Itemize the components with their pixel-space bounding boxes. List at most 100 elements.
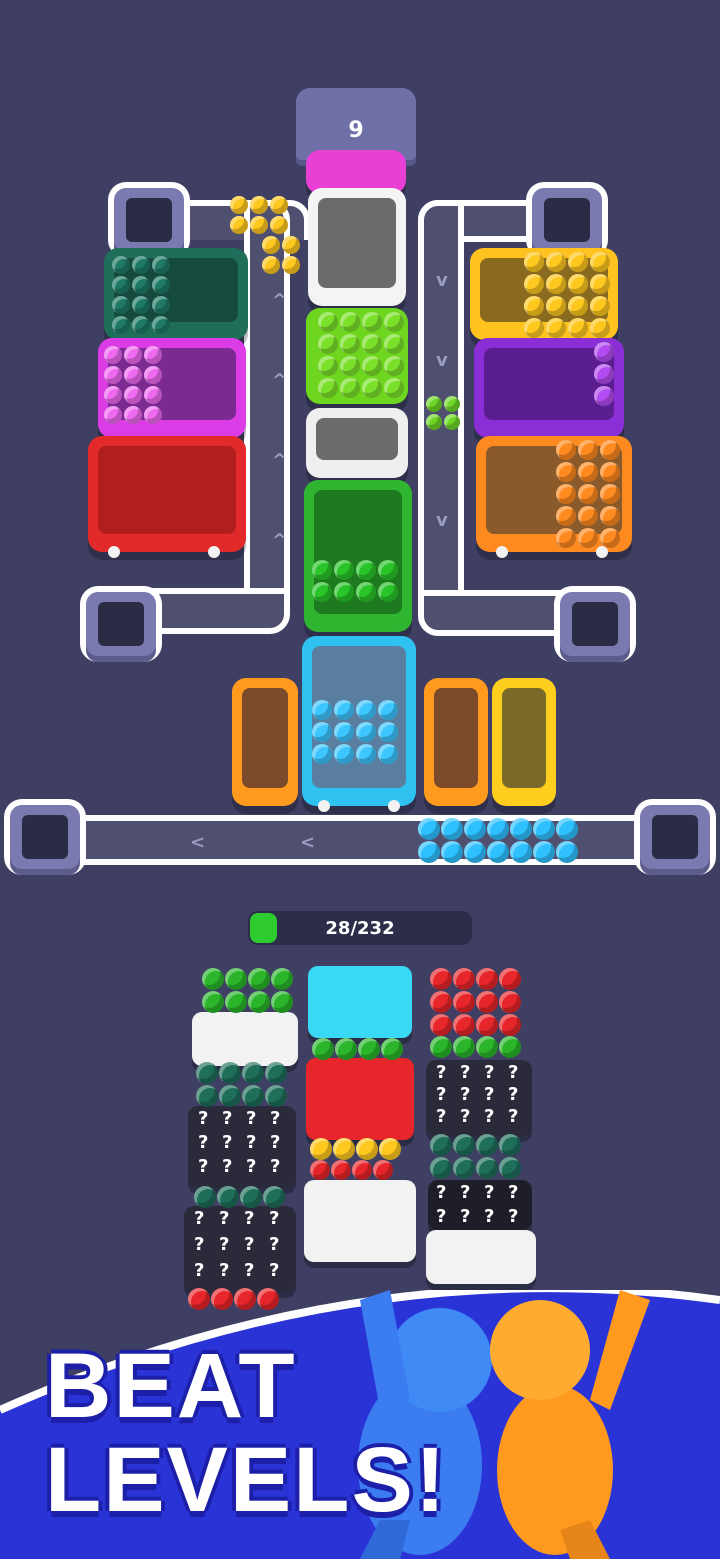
ball [132, 256, 150, 274]
banner-line-1: BEAT [45, 1335, 297, 1437]
ball [270, 216, 288, 234]
truck-yellow[interactable] [492, 678, 556, 806]
ball [578, 528, 598, 548]
question-mark-icon: ? [460, 1062, 471, 1083]
ball [194, 1186, 216, 1208]
ball [556, 841, 578, 863]
ball [444, 414, 460, 430]
ball [152, 316, 170, 334]
arrow-icon: ^ [272, 370, 288, 391]
arrow-icon: ^ [272, 450, 288, 471]
ball [379, 1138, 401, 1160]
ball [578, 462, 598, 482]
question-mark-icon: ? [194, 1260, 205, 1281]
ball [219, 1085, 241, 1107]
question-mark-icon: ? [244, 1234, 255, 1255]
truck-orange-right[interactable] [424, 678, 488, 806]
ball [600, 528, 620, 548]
ball [546, 252, 566, 272]
ball [340, 334, 360, 354]
question-mark-icon: ? [436, 1062, 447, 1083]
truck-cyan[interactable] [302, 636, 416, 812]
ball [196, 1085, 218, 1107]
question-mark-icon: ? [194, 1234, 205, 1255]
ball [152, 296, 170, 314]
level-progress-bar: 28/232 [248, 911, 472, 945]
ball [362, 356, 382, 376]
tray-cyan[interactable] [308, 966, 412, 1038]
ball [476, 1014, 498, 1036]
arrow-icon: ^ [272, 530, 288, 551]
ball [533, 841, 555, 863]
ball [556, 440, 576, 460]
ball [310, 1160, 330, 1180]
truck-white-top[interactable] [308, 188, 406, 306]
tray-white-3[interactable] [426, 1230, 536, 1284]
question-mark-icon: ? [270, 1108, 281, 1129]
ball [340, 356, 360, 376]
truck-white-mid[interactable] [306, 408, 408, 478]
ball [362, 312, 382, 332]
ball [590, 296, 610, 316]
ball [112, 296, 130, 314]
pit-mid-left [86, 592, 156, 656]
ball [590, 252, 610, 272]
truck-orange-left[interactable] [232, 678, 298, 806]
question-mark-icon: ? [436, 1106, 447, 1127]
ball [464, 841, 486, 863]
question-mark-icon: ? [198, 1132, 209, 1153]
ball [556, 506, 576, 526]
ball [499, 1036, 521, 1058]
ball [378, 560, 398, 580]
ball [132, 316, 150, 334]
ball [312, 1038, 334, 1060]
ball [453, 1014, 475, 1036]
banner-line-2: LEVELS! [45, 1429, 448, 1531]
ball [524, 296, 544, 316]
question-mark-icon: ? [460, 1106, 471, 1127]
tray-white-1[interactable] [192, 1012, 298, 1066]
ball [546, 318, 566, 338]
tray-white-2[interactable] [304, 1180, 416, 1262]
question-mark-icon: ? [436, 1206, 447, 1227]
ball [418, 841, 440, 863]
ball [240, 1186, 262, 1208]
question-mark-icon: ? [219, 1260, 230, 1281]
question-mark-icon: ? [194, 1208, 205, 1229]
ball [594, 342, 614, 362]
question-mark-icon: ? [219, 1208, 230, 1229]
ball [487, 841, 509, 863]
question-mark-icon: ? [269, 1260, 280, 1281]
ball [124, 386, 142, 404]
question-mark-icon: ? [508, 1182, 519, 1203]
ball [112, 256, 130, 274]
truck-green-dark[interactable] [304, 480, 412, 632]
ball [104, 406, 122, 424]
question-mark-icon: ? [460, 1084, 471, 1105]
ball [384, 356, 404, 376]
ball [578, 484, 598, 504]
question-mark-icon: ? [270, 1132, 281, 1153]
ball [430, 1157, 452, 1179]
ball [265, 1062, 287, 1084]
question-mark-icon: ? [508, 1206, 519, 1227]
ball [600, 506, 620, 526]
question-mark-icon: ? [222, 1156, 233, 1177]
pit-bottom-right [640, 805, 710, 869]
ball [152, 256, 170, 274]
arrow-icon: ^ [272, 290, 288, 311]
ball [104, 346, 122, 364]
tray-red[interactable] [306, 1058, 414, 1140]
ball [546, 274, 566, 294]
ball [104, 386, 122, 404]
ball [453, 1134, 475, 1156]
question-mark-icon: ? [269, 1234, 280, 1255]
ball [464, 818, 486, 840]
ball [453, 991, 475, 1013]
ball [202, 968, 224, 990]
pit-bottom-left [10, 805, 80, 869]
ball [378, 722, 398, 742]
truck-red[interactable] [88, 436, 246, 558]
ball [112, 276, 130, 294]
question-mark-icon: ? [269, 1208, 280, 1229]
